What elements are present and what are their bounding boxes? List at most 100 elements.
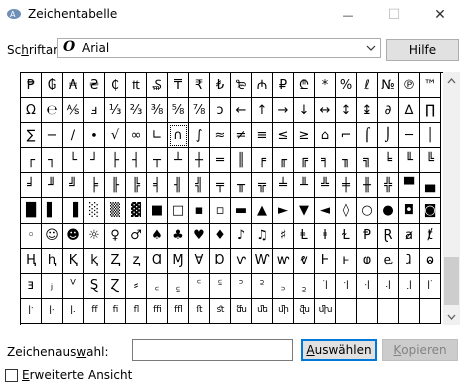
char-cell[interactable]: →	[273, 98, 294, 124]
char-cell[interactable]: ◦	[21, 223, 42, 249]
char-cell[interactable]: ≠	[231, 123, 252, 149]
scroll-thumb[interactable]	[444, 257, 459, 305]
char-cell[interactable]: ₺	[210, 73, 231, 99]
char-cell[interactable]: ○	[357, 198, 378, 224]
char-cell[interactable]: ╘	[378, 148, 399, 174]
char-cell[interactable]: ↕	[336, 98, 357, 124]
char-cell[interactable]: ℮	[42, 98, 63, 124]
char-cell[interactable]: ꜅	[252, 273, 273, 299]
char-cell[interactable]: Ɐ	[189, 248, 210, 274]
char-cell[interactable]: ₴	[84, 73, 105, 99]
char-cell[interactable]: ☺	[42, 223, 63, 249]
char-cell[interactable]: ⌡	[378, 123, 399, 149]
char-cell[interactable]: ₲	[42, 73, 63, 99]
char-cell[interactable]: Ȿ	[84, 273, 105, 299]
char-cell[interactable]: ∆	[399, 98, 420, 124]
char-cell[interactable]: ⱪ	[84, 248, 105, 274]
char-cell[interactable]: ﬔ	[252, 298, 273, 324]
char-cell[interactable]: ╞	[84, 173, 105, 199]
char-cell[interactable]: □	[168, 198, 189, 224]
char-cell[interactable]: ℓ	[357, 73, 378, 99]
char-cell[interactable]: ╡	[147, 173, 168, 199]
char-cell[interactable]: ⅎ	[84, 98, 105, 124]
char-cell[interactable]: ₷	[147, 73, 168, 99]
close-button[interactable]: ✕	[417, 0, 463, 30]
char-cell[interactable]: ꜉	[336, 273, 357, 299]
char-cell[interactable]: ⅜	[147, 98, 168, 124]
char-cell[interactable]: ⱽ	[63, 273, 84, 299]
char-cell[interactable]: Ɒ	[210, 248, 231, 274]
char-cell[interactable]: ∕	[63, 123, 84, 149]
advanced-view-label[interactable]: Erweiterte Ansicht	[22, 368, 132, 382]
char-cell[interactable]: ₱	[21, 73, 42, 99]
char-cell[interactable]: ╫	[357, 173, 378, 199]
char-cell[interactable]: ∏	[420, 98, 441, 124]
char-cell[interactable]: ►	[273, 198, 294, 224]
char-cell[interactable]: Ɱ	[168, 248, 189, 274]
font-select[interactable]: O Arial	[57, 38, 381, 58]
char-cell[interactable]: ●	[378, 198, 399, 224]
char-cell[interactable]: ╓	[273, 148, 294, 174]
char-cell[interactable]: ⱻ	[21, 273, 42, 299]
char-cell[interactable]: ⱴ	[294, 248, 315, 274]
char-cell[interactable]: ꜋	[378, 273, 399, 299]
char-cell[interactable]: Ɫ	[336, 223, 357, 249]
char-cell[interactable]: ﬓ	[231, 298, 252, 324]
char-cell[interactable]: │	[420, 123, 441, 149]
char-cell[interactable]: ╢	[168, 173, 189, 199]
char-cell[interactable]: №	[378, 73, 399, 99]
char-cell[interactable]: ⱼ	[42, 273, 63, 299]
char-cell[interactable]: ⱸ	[378, 248, 399, 274]
char-cell[interactable]	[357, 298, 378, 324]
char-cell[interactable]: ╕	[315, 148, 336, 174]
char-cell[interactable]: ≥	[294, 123, 315, 149]
char-cell[interactable]: ⅝	[168, 98, 189, 124]
char-cell[interactable]: ☻	[63, 223, 84, 249]
char-cell[interactable]: ├	[105, 148, 126, 174]
char-cell[interactable]: ╩	[315, 173, 336, 199]
char-cell[interactable]: Ω	[21, 98, 42, 124]
char-cell[interactable]: ⌂	[315, 123, 336, 149]
char-cell[interactable]: ﬕ	[273, 298, 294, 324]
char-cell[interactable]: ꜌	[399, 273, 420, 299]
char-cell[interactable]: ꜇	[294, 273, 315, 299]
char-cell[interactable]: ≡	[252, 123, 273, 149]
char-cell[interactable]: ꜀	[147, 273, 168, 299]
char-cell[interactable]: ╙	[399, 148, 420, 174]
char-cell[interactable]: ⱥ	[399, 223, 420, 249]
char-cell[interactable]: ﬆ	[210, 298, 231, 324]
char-cell[interactable]	[378, 298, 399, 324]
char-cell[interactable]: ♠	[147, 223, 168, 249]
char-cell[interactable]: ₼	[252, 73, 273, 99]
char-cell[interactable]: ┌	[21, 148, 42, 174]
char-cell[interactable]: ▲	[252, 198, 273, 224]
char-cell[interactable]: ▄	[420, 173, 441, 199]
char-cell[interactable]: ▀	[399, 173, 420, 199]
char-cell[interactable]: ∙	[84, 123, 105, 149]
char-cell[interactable]: Ⱨ	[21, 248, 42, 274]
char-cell[interactable]: ⱬ	[126, 248, 147, 274]
char-cell[interactable]: ┬	[147, 148, 168, 174]
char-cell[interactable]: ┐	[42, 148, 63, 174]
char-cell[interactable]: ↓	[294, 98, 315, 124]
char-cell[interactable]: ╟	[105, 173, 126, 199]
char-cell[interactable]: ⱡ	[315, 223, 336, 249]
char-cell[interactable]: ꜐	[63, 298, 84, 324]
char-cell[interactable]: ⱷ	[357, 248, 378, 274]
char-cell[interactable]: Ᵽ	[357, 223, 378, 249]
char-cell[interactable]: ₳	[63, 73, 84, 99]
char-cell[interactable]: ⅍	[63, 98, 84, 124]
char-cell[interactable]: ▪	[189, 198, 210, 224]
char-cell[interactable]: ═	[210, 148, 231, 174]
char-cell[interactable]: █	[21, 198, 42, 224]
char-cell[interactable]: ♣	[168, 223, 189, 249]
help-button[interactable]: Hilfe	[386, 39, 459, 61]
char-cell[interactable]: √	[105, 123, 126, 149]
char-cell[interactable]: ꜏	[42, 298, 63, 324]
char-cell[interactable]: ◊	[336, 198, 357, 224]
advanced-view-checkbox[interactable]	[5, 369, 18, 382]
char-cell[interactable]: ╗	[357, 148, 378, 174]
char-cell[interactable]	[420, 298, 441, 324]
char-cell[interactable]: ∂	[378, 98, 399, 124]
char-cell[interactable]: ╧	[273, 173, 294, 199]
